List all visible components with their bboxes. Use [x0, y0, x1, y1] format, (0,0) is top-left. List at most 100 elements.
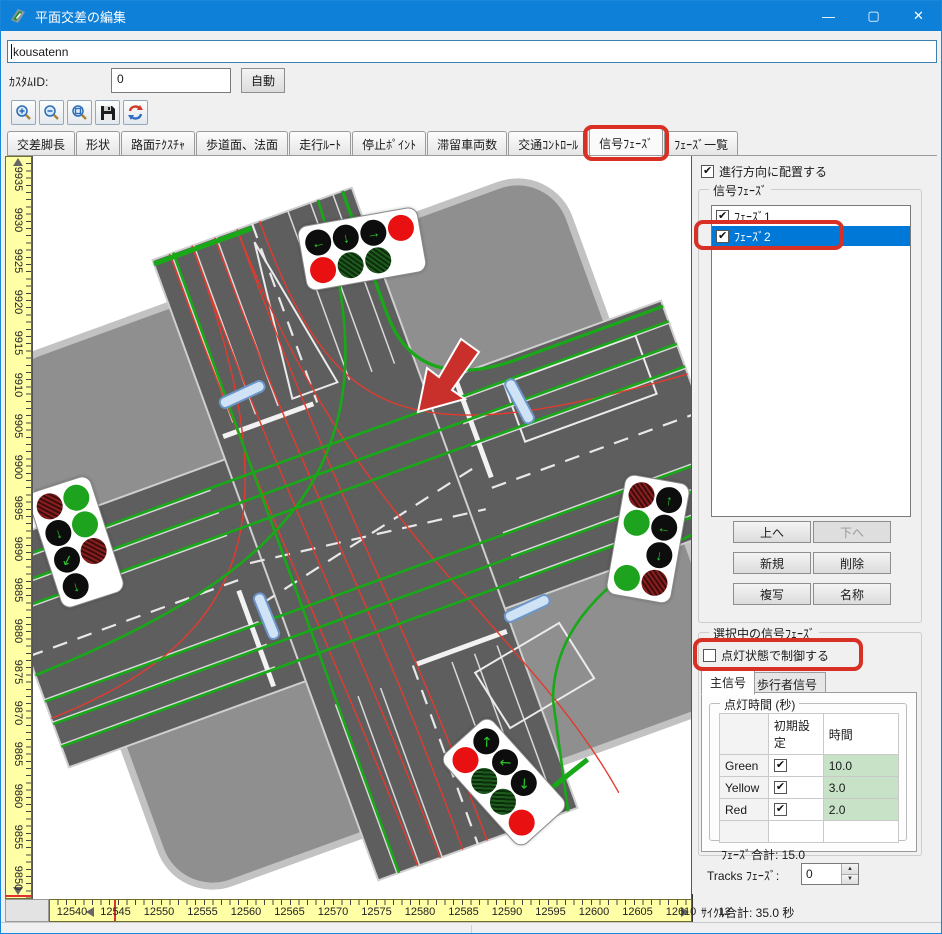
- tab-2[interactable]: 路面ﾃｸｽﾁｬ: [121, 131, 195, 155]
- ruler-v-label: 9885: [12, 570, 24, 610]
- custom-id-label: ｶｽﾀﾑID:: [9, 73, 48, 90]
- time-value-cell[interactable]: 2.0: [823, 799, 898, 821]
- signal-phase-group-title: 信号ﾌｪｰｽﾞ: [709, 182, 771, 199]
- table-header-row: 初期設定 時間: [720, 714, 899, 755]
- intersection-name-input[interactable]: kousatenn: [7, 40, 937, 63]
- green-light-icon: [60, 481, 93, 514]
- tab-7[interactable]: 交通ｺﾝﾄﾛｰﾙ: [508, 131, 588, 155]
- tracks-phase-label: Tracks ﾌｪｰｽﾞ:: [707, 867, 779, 884]
- ruler-h-label: 12565: [268, 906, 312, 918]
- off-red-light-icon: [77, 535, 110, 568]
- ruler-v-label: 9915: [12, 323, 24, 363]
- tab-4[interactable]: 走行ﾙｰﾄ: [289, 131, 351, 155]
- ruler-v-label: 9875: [12, 652, 24, 692]
- ruler-h-label: 12545: [94, 906, 138, 918]
- tab-5[interactable]: 停止ﾎﾟｲﾝﾄ: [352, 131, 426, 155]
- minimize-button[interactable]: —: [806, 1, 851, 31]
- tab-8[interactable]: 信号ﾌｪｰｽﾞ: [589, 128, 663, 155]
- green-arrow-light-icon: ↓: [331, 223, 361, 253]
- place-direction-checkbox-box[interactable]: [701, 165, 714, 178]
- time-value-cell[interactable]: 3.0: [823, 777, 898, 799]
- place-direction-label: 進行方向に配置する: [719, 163, 827, 180]
- phase-label: ﾌｪｰｽﾞ1: [734, 208, 771, 225]
- phase-listbox[interactable]: ﾌｪｰｽﾞ1ﾌｪｰｽﾞ2: [711, 205, 911, 517]
- phase-up-button[interactable]: 上へ: [733, 521, 811, 543]
- ruler-v-label: 9920: [12, 282, 24, 322]
- phase-down-button[interactable]: 下へ: [813, 521, 891, 543]
- cycle-total-label: ｻｲｸﾙ合計: 35.0 秒: [701, 904, 794, 921]
- refresh-icon[interactable]: [123, 100, 148, 125]
- green-light-icon: [612, 563, 642, 593]
- spinner-down-icon[interactable]: ▼: [842, 875, 858, 885]
- custom-id-input[interactable]: 0: [111, 68, 231, 93]
- phase-copy-button[interactable]: 複写: [733, 583, 811, 605]
- empty-slot: [86, 561, 119, 594]
- tracks-phase-value[interactable]: 0: [802, 864, 841, 884]
- green-arrow-light-icon: ←: [649, 513, 679, 543]
- intersection-canvas[interactable]: ←↓→↓↙↓↑←↓↗↖↙: [32, 156, 692, 899]
- ruler-v-label: 9865: [12, 734, 24, 774]
- tab-9[interactable]: ﾌｪｰｽﾞ一覧: [664, 131, 738, 155]
- signal-time-row-green: Green 10.0: [720, 755, 899, 777]
- auto-button[interactable]: 自動: [241, 68, 285, 93]
- phase-checkbox[interactable]: [716, 210, 729, 223]
- phase-name-button[interactable]: 名称: [813, 583, 891, 605]
- tab-main-signal[interactable]: 主信号: [701, 670, 755, 695]
- empty-slot: [617, 535, 647, 565]
- tab-0[interactable]: 交差脚長: [7, 131, 75, 155]
- horizontal-ruler[interactable]: 1254012545125501255512560125651257012575…: [49, 899, 692, 922]
- green-arrow-light-icon: ↓: [42, 517, 75, 550]
- signal-color-label: Green: [720, 755, 769, 777]
- tracks-phase-spinner[interactable]: 0 ▲ ▼: [801, 863, 859, 885]
- green-arrow-light-icon: →: [358, 218, 388, 248]
- zoom-in-icon[interactable]: [11, 100, 36, 125]
- save-icon[interactable]: [95, 100, 120, 125]
- ruler-v-label: 9855: [12, 817, 24, 857]
- text-caret: [11, 44, 12, 59]
- lit-state-checkbox[interactable]: 点灯状態で制御する: [703, 647, 829, 664]
- phase-list-item-1[interactable]: ﾌｪｰｽﾞ1: [712, 206, 910, 226]
- selected-phase-group-title: 選択中の信号ﾌｪｰｽﾞ: [709, 625, 819, 642]
- window-title: 平面交差の編集: [35, 7, 126, 26]
- maximize-button[interactable]: ▢: [851, 1, 896, 31]
- green-arrow-light-icon: ↓: [59, 570, 92, 603]
- ruler-h-label: 12585: [442, 906, 486, 918]
- ruler-h-label: 12540: [50, 906, 94, 918]
- signal-time-row-yellow: Yellow3.0: [720, 777, 899, 799]
- initial-setting-checkbox[interactable]: [774, 781, 787, 794]
- statusbar-separator: [471, 925, 472, 934]
- phase-delete-button[interactable]: 削除: [813, 552, 891, 574]
- zoom-fit-icon[interactable]: [67, 100, 92, 125]
- ruler-v-label: 9895: [12, 488, 24, 528]
- spinner-up-icon[interactable]: ▲: [842, 864, 858, 875]
- phase-new-button[interactable]: 新規: [733, 552, 811, 574]
- phase-list-item-2[interactable]: ﾌｪｰｽﾞ2: [712, 226, 910, 246]
- zoom-out-icon[interactable]: [39, 100, 64, 125]
- tab-1[interactable]: 形状: [76, 131, 120, 155]
- phase-total-label: ﾌｪｰｽﾞ合計: 15.0: [721, 846, 805, 863]
- header-blank: [720, 714, 769, 755]
- vertical-ruler[interactable]: 9935993099259920991599109905990098959890…: [5, 156, 32, 899]
- ruler-corner-box[interactable]: [5, 899, 49, 922]
- ruler-h-label: 12600: [572, 906, 616, 918]
- green-light-icon: [622, 508, 652, 538]
- ruler-v-label: 9905: [12, 406, 24, 446]
- lit-state-checkbox-box[interactable]: [703, 649, 716, 662]
- initial-setting-checkbox[interactable]: [774, 759, 787, 772]
- ruler-v-label: 9850: [12, 858, 24, 898]
- place-direction-checkbox[interactable]: 進行方向に配置する: [701, 163, 827, 180]
- green-arrow-light-icon: ↑: [654, 485, 684, 515]
- ruler-h-label: 12570: [311, 906, 355, 918]
- toolbar: [11, 100, 148, 125]
- ruler-v-label: 9860: [12, 776, 24, 816]
- close-button[interactable]: ✕: [896, 1, 941, 31]
- tab-6[interactable]: 滞留車両数: [427, 131, 507, 155]
- tab-3[interactable]: 歩道面、法面: [196, 131, 288, 155]
- intersection-name-value: kousatenn: [13, 45, 68, 59]
- signal-color-label: Red: [720, 799, 769, 821]
- time-value-cell[interactable]: 10.0: [823, 755, 898, 777]
- phase-checkbox[interactable]: [716, 230, 729, 243]
- initial-setting-checkbox[interactable]: [774, 803, 787, 816]
- tab-strip: 交差脚長形状路面ﾃｸｽﾁｬ歩道面、法面走行ﾙｰﾄ停止ﾎﾟｲﾝﾄ滞留車両数交通ｺﾝ…: [7, 129, 937, 156]
- ruler-v-label: 9890: [12, 529, 24, 569]
